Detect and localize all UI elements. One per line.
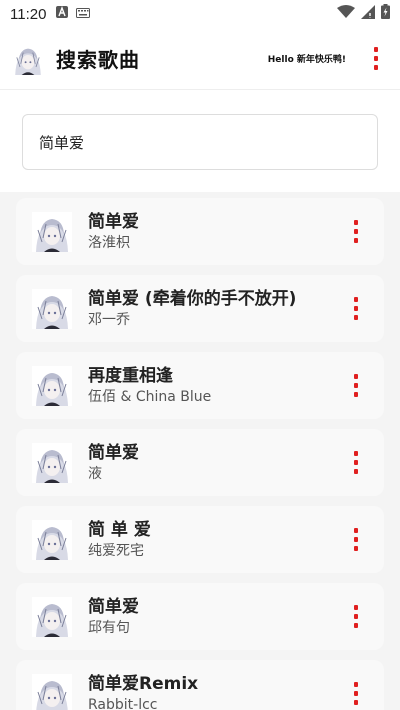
song-title: 简单爱 (88, 211, 139, 232)
song-artist: 液 (88, 465, 102, 482)
song-title: 简单爱 (牵着你的手不放开) (88, 288, 297, 309)
a-box-icon (56, 5, 69, 23)
song-artist: 邓一乔 (88, 311, 130, 328)
song-cover-image (32, 519, 72, 560)
song-item[interactable]: 简单爱 邱有句 (16, 583, 384, 650)
song-text: 简单爱 洛淮枳 (88, 211, 344, 253)
song-text: 简单爱 (牵着你的手不放开) 邓一乔 (88, 288, 344, 330)
more-vert-icon[interactable] (344, 368, 368, 404)
song-title: 简单爱 (88, 442, 139, 463)
search-area (0, 90, 400, 192)
song-artist: 洛淮枳 (88, 234, 130, 251)
song-item[interactable]: 简单爱 液 (16, 429, 384, 496)
more-vert-icon[interactable] (344, 522, 368, 558)
song-list: 简单爱 洛淮枳 简单爱 (牵着你的手不放开) 邓一乔 再度重相逢 伍佰 & Ch… (0, 192, 400, 710)
song-text: 再度重相逢 伍佰 & China Blue (88, 365, 344, 407)
more-vert-icon[interactable] (344, 445, 368, 481)
song-item[interactable]: 简单爱 (牵着你的手不放开) 邓一乔 (16, 275, 384, 342)
song-text: 简单爱 邱有句 (88, 596, 344, 638)
wifi-icon (337, 4, 355, 24)
song-cover-image (32, 596, 72, 637)
top-app-bar: 搜索歌曲 Hello 新年快乐鸭! (0, 28, 400, 90)
song-text: 简 单 爱 纯爱死宅 (88, 519, 344, 561)
song-artist: 伍佰 & China Blue (88, 388, 212, 405)
song-title: 再度重相逢 (88, 365, 173, 386)
song-title: 简单爱 (88, 596, 139, 617)
status-bar: 11:20 (0, 0, 400, 28)
song-artist: 邱有句 (88, 619, 130, 636)
song-title: 简 单 爱 (88, 519, 151, 540)
song-item[interactable]: 简单爱Remix Rabbit-lcc (16, 660, 384, 710)
song-item[interactable]: 再度重相逢 伍佰 & China Blue (16, 352, 384, 419)
song-cover-image (32, 442, 72, 483)
status-time: 11:20 (10, 5, 47, 23)
song-cover-image (32, 288, 72, 329)
more-vert-icon[interactable] (344, 214, 368, 250)
more-vert-icon[interactable] (344, 676, 368, 710)
song-item[interactable]: 简单爱 洛淮枳 (16, 198, 384, 265)
song-cover-image (32, 673, 72, 710)
keyboard-icon (76, 5, 91, 23)
signal-icon (361, 4, 375, 24)
battery-icon (381, 4, 390, 24)
search-input[interactable] (22, 114, 378, 170)
page-title: 搜索歌曲 (56, 48, 140, 72)
song-artist: 纯爱死宅 (88, 542, 144, 559)
more-vert-icon[interactable] (344, 599, 368, 635)
more-vert-icon[interactable] (344, 291, 368, 327)
song-title: 简单爱Remix (88, 673, 199, 694)
song-text: 简单爱 液 (88, 442, 344, 484)
song-artist: Rabbit-lcc (88, 696, 158, 710)
greeting-text: Hello 新年快乐鸭! (267, 55, 346, 65)
avatar[interactable] (12, 42, 44, 75)
song-cover-image (32, 211, 72, 252)
song-cover-image (32, 365, 72, 406)
more-vert-icon[interactable] (364, 44, 388, 74)
song-item[interactable]: 简 单 爱 纯爱死宅 (16, 506, 384, 573)
song-text: 简单爱Remix Rabbit-lcc (88, 673, 344, 710)
